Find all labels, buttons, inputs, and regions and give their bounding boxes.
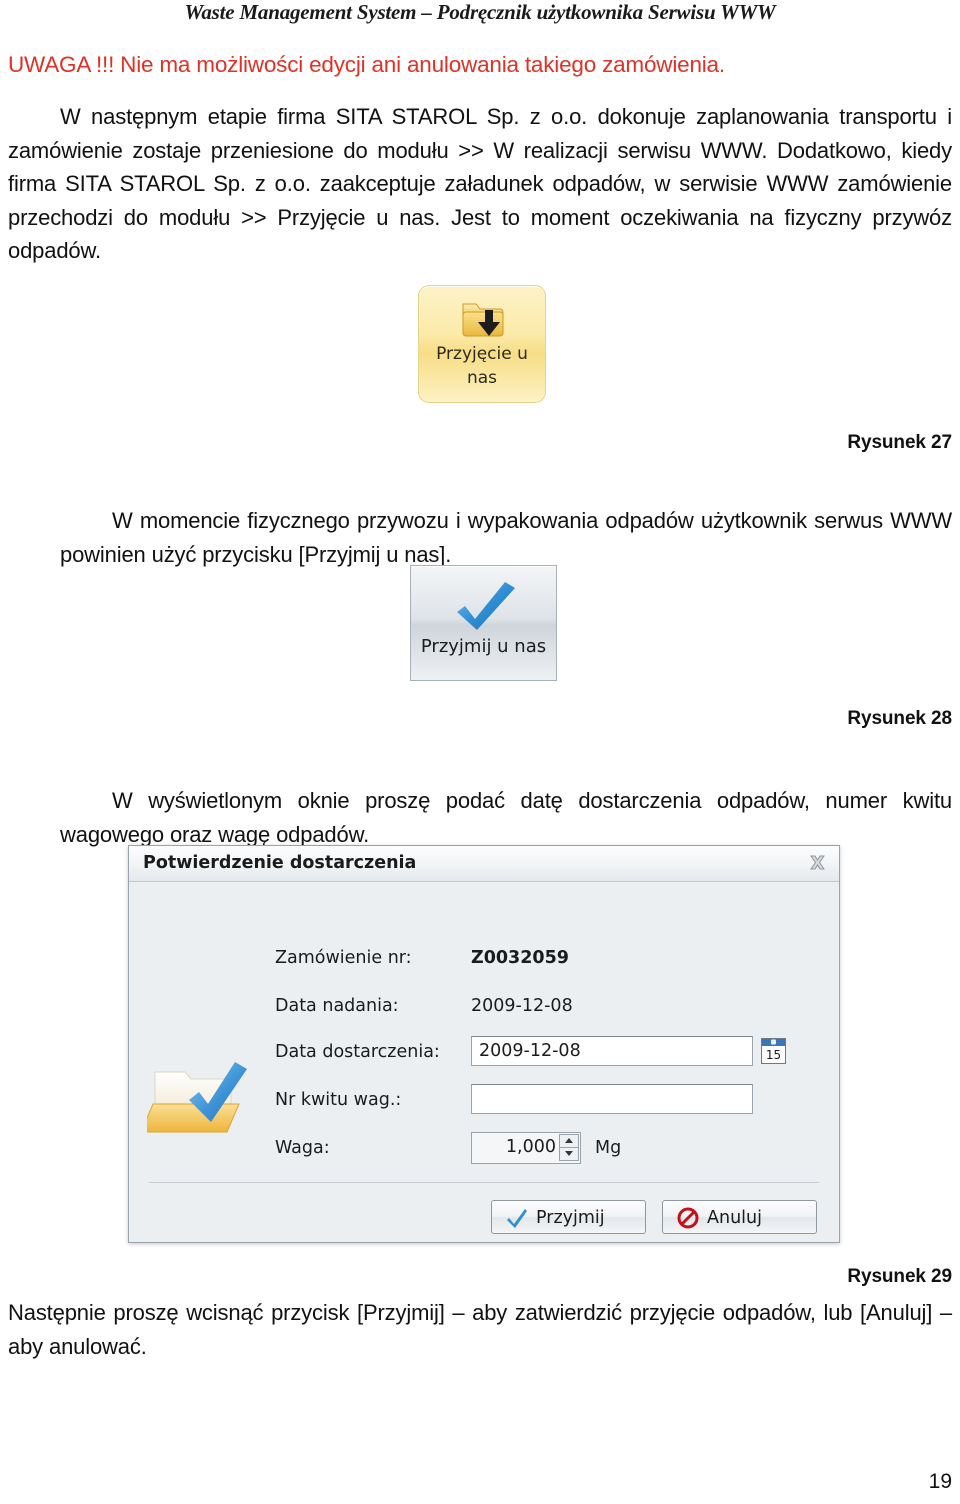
button-label-line-1: Przyjęcie u	[436, 344, 528, 364]
blue-check-icon	[411, 574, 556, 636]
dialog-cancel-button-label: Anuluj	[707, 1208, 762, 1228]
label-order-number: Zamówienie nr:	[275, 948, 412, 968]
paragraph-4: Następnie proszę wcisnąć przycisk [Przyj…	[8, 1300, 952, 1359]
weight-value: 1,000	[505, 1137, 556, 1157]
figure-caption-28: Rysunek 28	[847, 708, 952, 729]
przyjecie-u-nas-button-label: Przyjęcie u nas	[423, 342, 541, 390]
figure-caption-29: Rysunek 29	[847, 1266, 952, 1287]
label-delivery-date: Data dostarczenia:	[275, 1042, 440, 1062]
delivery-date-input[interactable]: 2009-12-08	[471, 1036, 753, 1066]
calendar-icon[interactable]: 15	[761, 1038, 786, 1064]
dialog-accept-button[interactable]: Przyjmij	[491, 1200, 646, 1234]
paragraph-3: W wyświetlonym oknie proszę podać datę d…	[60, 788, 952, 847]
close-icon[interactable]	[808, 853, 827, 872]
label-send-date: Data nadania:	[275, 996, 399, 1016]
dialog-titlebar: Potwierdzenie dostarczenia	[129, 846, 839, 882]
prohibition-icon	[677, 1207, 699, 1229]
page-number: 19	[928, 1470, 952, 1493]
warning-notice: UWAGA !!! Nie ma możliwości edycji ani a…	[8, 52, 725, 77]
label-weight-ticket: Nr kwitu wag.:	[275, 1090, 402, 1110]
weight-unit: Mg	[595, 1138, 622, 1158]
dialog-cancel-button[interactable]: Anuluj	[662, 1200, 817, 1234]
weight-ticket-input[interactable]	[471, 1084, 753, 1114]
figure-caption-27: Rysunek 27	[847, 432, 952, 453]
document-running-header: Waste Management System – Podręcznik uży…	[0, 0, 960, 25]
check-icon	[506, 1207, 528, 1229]
potwierdzenie-dostarczenia-dialog: Potwierdzenie dostarczenia Zamówienie nr…	[128, 845, 840, 1243]
folder-check-icon	[140, 1050, 257, 1140]
przyjmij-u-nas-button[interactable]: Przyjmij u nas	[410, 565, 557, 681]
value-order-number: Z0032059	[471, 948, 569, 968]
value-send-date: 2009-12-08	[471, 996, 573, 1016]
svg-text:15: 15	[766, 1048, 781, 1062]
przyjmij-u-nas-button-label: Przyjmij u nas	[420, 636, 547, 657]
przyjecie-u-nas-button[interactable]: Przyjęcie u nas	[418, 285, 546, 403]
button-label-line-2: nas	[466, 368, 498, 388]
weight-stepper[interactable]: 1,000	[471, 1132, 581, 1164]
dialog-title: Potwierdzenie dostarczenia	[143, 853, 417, 873]
dialog-accept-button-label: Przyjmij	[536, 1208, 605, 1228]
paragraph-1: W następnym etapie firma SITA STAROL Sp.…	[8, 104, 952, 263]
stepper-arrows-icon[interactable]	[559, 1134, 579, 1162]
dialog-separator	[149, 1182, 819, 1183]
paragraph-2: W momencie fizycznego przywozu i wypakow…	[60, 508, 952, 567]
folder-download-icon	[419, 296, 545, 342]
label-weight: Waga:	[275, 1138, 330, 1158]
dialog-body: Zamówienie nr: Z0032059 Data nadania: 20…	[129, 882, 839, 1241]
running-header-text: Waste Management System – Podręcznik uży…	[184, 0, 776, 24]
